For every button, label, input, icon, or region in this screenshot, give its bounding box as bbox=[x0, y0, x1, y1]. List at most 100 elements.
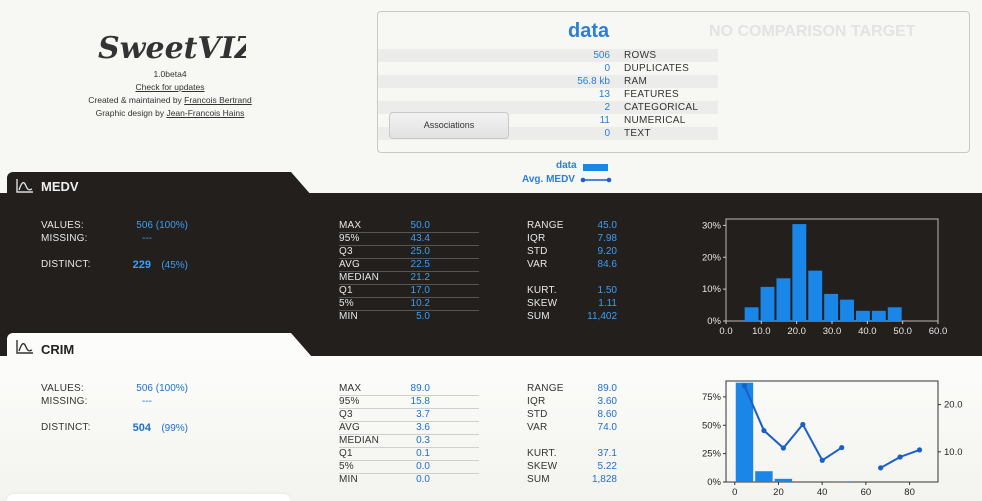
stat-value: 5.22 bbox=[597, 461, 617, 472]
author-link[interactable]: Francois Bertrand bbox=[184, 95, 252, 105]
quantile-value: 89.0 bbox=[410, 383, 430, 394]
histogram-bar bbox=[887, 307, 902, 321]
x-tick-label: 20.0 bbox=[787, 326, 806, 337]
quantile-value: 10.2 bbox=[410, 298, 430, 309]
avg-medv-point bbox=[780, 445, 786, 451]
distinct-percent: (99%) bbox=[161, 423, 188, 434]
check-updates-link-wrap: Check for updates bbox=[50, 82, 290, 92]
avg-medv-point bbox=[878, 465, 884, 471]
check-updates-link[interactable]: Check for updates bbox=[136, 82, 205, 92]
numeric-chart-icon bbox=[16, 340, 33, 354]
summary-row-value: 56.8 kb bbox=[577, 76, 610, 87]
chart-frame bbox=[725, 380, 939, 483]
design-by: Graphic design by Jean-Francois Hains bbox=[50, 108, 290, 118]
avg-medv-point bbox=[839, 444, 845, 451]
y-tick-label: 10% bbox=[702, 284, 722, 295]
stat-value: 7.98 bbox=[597, 233, 617, 244]
histogram-bar bbox=[855, 310, 870, 321]
summary-row-label: ROWS bbox=[624, 50, 657, 61]
dataset-summary-panel: data NO COMPARISON TARGET 506 ROWS 0 DUPLIC… bbox=[377, 11, 970, 153]
stat-value: 37.1 bbox=[597, 448, 617, 459]
summary-row-value: 11 bbox=[599, 115, 610, 126]
summary-row-value: 13 bbox=[598, 89, 610, 100]
quantile-value: 15.8 bbox=[410, 396, 430, 407]
legend-data-label: data bbox=[556, 160, 577, 171]
x-tick-label: 60 bbox=[861, 487, 872, 498]
quantile-value: 21.2 bbox=[410, 272, 430, 283]
x-tick-label: 0 bbox=[732, 487, 737, 498]
summary-row: 0 DUPLICATES bbox=[378, 62, 718, 75]
avg-medv-point bbox=[761, 427, 767, 434]
summary-row: 506 ROWS bbox=[378, 49, 718, 62]
y-tick-label: 0% bbox=[707, 316, 721, 327]
summary-row-value: 0 bbox=[604, 63, 610, 74]
x-tick-label: 80 bbox=[904, 487, 915, 498]
quantile-value: 50.0 bbox=[410, 220, 430, 231]
histogram-bar bbox=[755, 471, 773, 482]
quantile-value: 22.5 bbox=[410, 259, 430, 270]
y-tick-label: 0% bbox=[707, 477, 721, 488]
stat-value: 8.60 bbox=[597, 409, 617, 420]
values-label: VALUES: bbox=[41, 383, 84, 394]
histogram-bar bbox=[776, 278, 791, 321]
stat-value: 74.0 bbox=[597, 422, 617, 433]
stat-value: 84.6 bbox=[597, 259, 617, 270]
summary-row-label: CATEGORICAL bbox=[624, 102, 699, 113]
quantile-value: 25.0 bbox=[410, 246, 430, 257]
stat-value: 1.50 bbox=[597, 285, 617, 296]
x-tick-label: 20 bbox=[773, 487, 784, 498]
x-tick-label: 60.0 bbox=[929, 326, 948, 337]
stat-value: 3.60 bbox=[597, 396, 617, 407]
summary-row-value: 2 bbox=[604, 102, 610, 113]
design-by-prefix: Graphic design by bbox=[95, 108, 167, 118]
distinct-percent: (45%) bbox=[161, 260, 188, 271]
summary-row-label: RAM bbox=[624, 76, 648, 87]
associations-button[interactable]: Associations bbox=[389, 112, 509, 139]
histogram-bar bbox=[871, 310, 886, 321]
summary-row-label: TEXT bbox=[624, 128, 651, 139]
y-tick-label: 20% bbox=[702, 252, 722, 263]
x-tick-label: 10.0 bbox=[752, 326, 771, 337]
histogram-bar bbox=[744, 307, 759, 321]
created-by-prefix: Created & maintained by bbox=[88, 95, 185, 105]
histogram-bar bbox=[792, 224, 807, 321]
quantile-value: 0.3 bbox=[416, 435, 430, 446]
summary-row-label: FEATURES bbox=[624, 89, 679, 100]
sweetviz-logo: SweetVIZ bbox=[96, 24, 258, 70]
summary-row-label: DUPLICATES bbox=[624, 63, 690, 74]
x-tick-label: 40.0 bbox=[858, 326, 877, 337]
x-tick-label: 50.0 bbox=[893, 326, 912, 337]
y2-tick-label: 20.0 bbox=[944, 400, 963, 411]
medv-feature-title: MEDV bbox=[41, 179, 79, 194]
stat-value: 9.20 bbox=[597, 246, 617, 257]
summary-row-value: 0 bbox=[604, 128, 610, 139]
stat-value: 45.0 bbox=[597, 220, 617, 231]
avg-medv-point bbox=[916, 447, 923, 453]
histogram-bar bbox=[824, 293, 839, 321]
avg-medv-point bbox=[800, 421, 806, 428]
y-tick-label: 75% bbox=[702, 392, 722, 403]
avg-medv-line bbox=[743, 385, 843, 462]
quantile-value: 0.0 bbox=[416, 461, 430, 472]
source-dataset-title: data bbox=[568, 20, 610, 42]
histogram-bar bbox=[840, 299, 854, 321]
legend-avg-label: Avg. MEDV bbox=[522, 174, 575, 185]
summary-row-value: 506 bbox=[593, 50, 610, 61]
quantile-value: 3.7 bbox=[416, 409, 430, 420]
version: 1.0beta4 bbox=[153, 69, 187, 79]
quantile-value: 0.1 bbox=[416, 448, 430, 459]
stat-value: 1.11 bbox=[598, 298, 617, 309]
crim-feature-title: CRIM bbox=[41, 342, 75, 357]
y-tick-label: 30% bbox=[702, 220, 722, 231]
comparison-dataset-title: NO COMPARISON TARGET bbox=[709, 23, 916, 40]
numeric-chart-icon bbox=[16, 179, 33, 193]
next-feature-tab[interactable] bbox=[7, 494, 290, 501]
avg-medv-point bbox=[897, 454, 903, 460]
summary-row: 56.8 kb RAM bbox=[378, 75, 718, 88]
x-tick-label: 0.0 bbox=[719, 326, 732, 337]
values-count: 506 (100%) bbox=[136, 383, 188, 394]
quantile-value: 0.0 bbox=[416, 474, 430, 485]
designer-link[interactable]: Jean-Francois Hains bbox=[166, 108, 244, 118]
y-tick-label: 25% bbox=[702, 449, 722, 460]
logo-text: SweetVIZ bbox=[98, 31, 246, 66]
